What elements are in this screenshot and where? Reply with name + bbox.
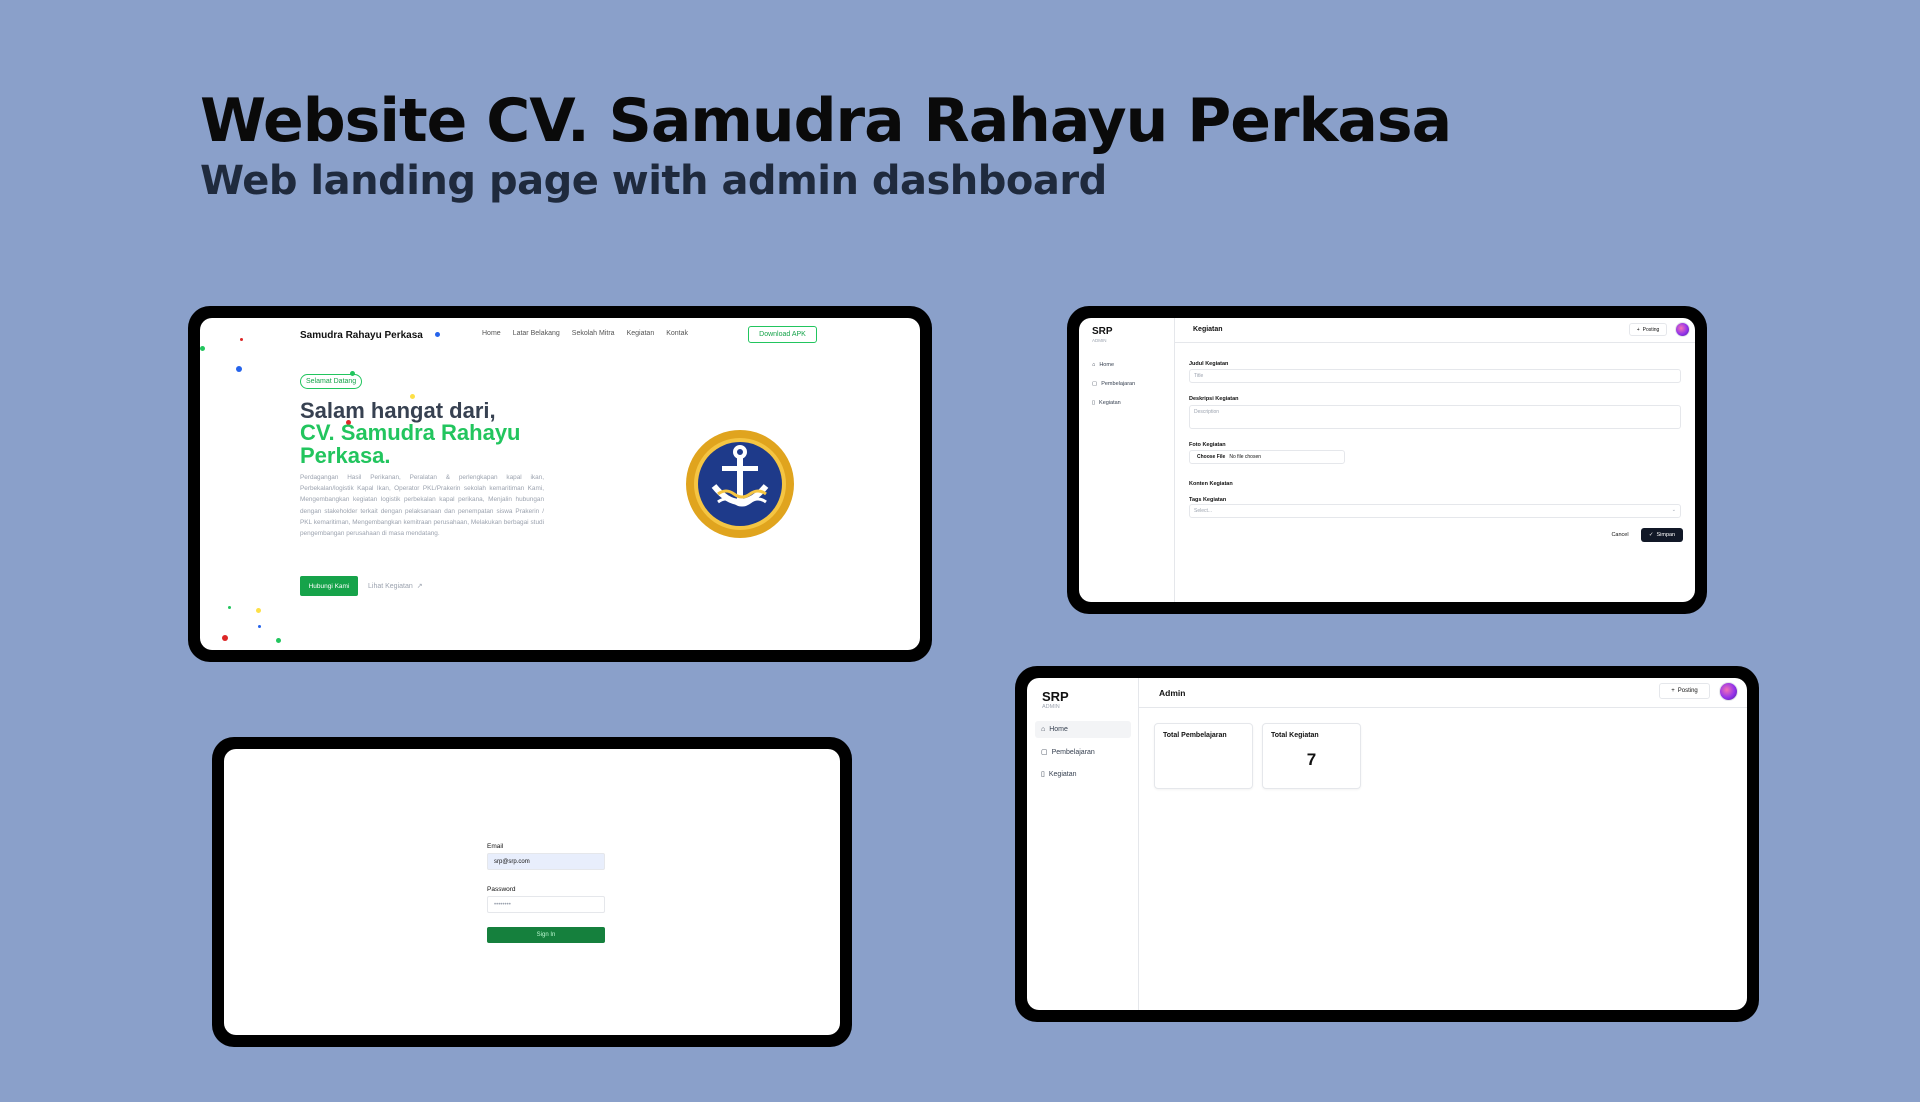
admin-topbar: Admin + Posting: [1139, 678, 1747, 708]
sidebar-item-label: Pembelajaran: [1101, 381, 1136, 387]
sidebar-item-pembelajaran[interactable]: ▢ Pembelajaran: [1041, 748, 1095, 757]
photo-label: Foto Kegiatan: [1189, 442, 1226, 448]
hero-title: Website CV. Samudra Rahayu Perkasa: [200, 86, 1452, 156]
background: Website CV. Samudra Rahayu Perkasa Web l…: [0, 0, 1920, 1102]
sidebar-brand: SRP: [1092, 326, 1113, 337]
page-title: Admin: [1159, 688, 1186, 698]
sidebar-item-home[interactable]: ⌂ Home: [1035, 721, 1131, 738]
sidebar-item-label: Kegiatan: [1099, 400, 1121, 406]
stat-card-value: 7: [1306, 750, 1317, 769]
plus-icon: +: [1671, 688, 1675, 694]
confetti-dot: [236, 366, 242, 372]
confetti-dot: [200, 346, 205, 351]
sidebar-brand-sub: ADMIN: [1092, 338, 1107, 343]
posting-button[interactable]: + Posting: [1659, 683, 1710, 699]
confetti-dot: [240, 338, 243, 341]
tags-select[interactable]: Select... ⌄: [1189, 504, 1681, 518]
nav-sekolah-mitra[interactable]: Sekolah Mitra: [572, 330, 615, 337]
view-activities-link[interactable]: Lihat Kegiatan ↗: [368, 576, 423, 596]
sign-in-button[interactable]: Sign In: [487, 927, 605, 943]
admin-sidebar: SRP ADMIN ⌂ Home ▢ Pembelajaran ▯ Kegiat…: [1027, 678, 1139, 1010]
stat-card-title: Total Kegiatan: [1271, 732, 1319, 739]
form-device-frame: SRP ADMIN ⌂ Home ▢ Pembelajaran ▯ Kegiat…: [1067, 306, 1707, 614]
file-icon: ▯: [1041, 771, 1045, 778]
home-icon: ⌂: [1092, 362, 1096, 368]
sidebar-item-label: Pembelajaran: [1051, 748, 1095, 756]
password-label: Password: [487, 886, 516, 893]
file-status: No file chosen: [1229, 454, 1262, 460]
stat-card-pembelajaran: Total Pembelajaran: [1154, 723, 1253, 789]
login-screen: Email srp@srp.com Password •••••••• Sign…: [224, 749, 840, 1035]
anchor-logo-icon: [684, 428, 796, 540]
cancel-button[interactable]: Cancel: [1605, 528, 1635, 542]
photo-file-input[interactable]: Choose File No file chosen: [1189, 450, 1345, 464]
form-screen: SRP ADMIN ⌂ Home ▢ Pembelajaran ▯ Kegiat…: [1079, 318, 1695, 602]
sidebar-brand: SRP: [1042, 689, 1069, 704]
admin-screen: SRP ADMIN ⌂ Home ▢ Pembelajaran ▯ Kegiat…: [1027, 678, 1747, 1010]
sidebar-item-home[interactable]: ⌂ Home: [1092, 362, 1114, 368]
title-input[interactable]: Title: [1189, 369, 1681, 383]
stat-card-kegiatan: Total Kegiatan 7: [1262, 723, 1361, 789]
confetti-dot: [435, 332, 440, 337]
file-icon: ▯: [1092, 400, 1096, 406]
nav-home[interactable]: Home: [482, 330, 501, 337]
posting-button[interactable]: + Posting: [1629, 323, 1667, 336]
landing-screen: Samudra Rahayu Perkasa Home Latar Belaka…: [200, 318, 920, 650]
check-icon: ✓: [1648, 532, 1654, 538]
title-label: Judul Kegiatan: [1189, 361, 1229, 367]
confetti-dot: [258, 625, 261, 628]
chevron-down-icon: ⌄: [1671, 507, 1676, 513]
welcome-badge: Selamat Datang: [300, 374, 363, 389]
confetti-dot: [222, 635, 228, 641]
sidebar-item-pembelajaran[interactable]: ▢ Pembelajaran: [1092, 381, 1135, 387]
email-label: Email: [487, 843, 504, 850]
sidebar-item-kegiatan[interactable]: ▯ Kegiatan: [1092, 400, 1121, 406]
form-sidebar: SRP ADMIN ⌂ Home ▢ Pembelajaran ▯ Kegiat…: [1079, 318, 1175, 602]
choose-file-button[interactable]: Choose File: [1197, 454, 1225, 460]
sidebar-item-label: Home: [1099, 362, 1114, 368]
download-apk-button[interactable]: Download APK: [748, 326, 817, 343]
hero-subtitle: Web landing page with admin dashboard: [200, 158, 1107, 204]
posting-label: Posting: [1642, 326, 1660, 333]
avatar[interactable]: [1675, 322, 1690, 337]
save-label: Simpan: [1656, 532, 1676, 538]
confetti-dot: [276, 638, 281, 643]
form-topbar: Kegiatan + Posting: [1175, 318, 1695, 343]
nav-latar-belakang[interactable]: Latar Belakang: [513, 330, 560, 337]
sidebar-item-label: Home: [1049, 726, 1068, 733]
view-activities-label: Lihat Kegiatan: [368, 582, 413, 590]
description-label: Deskripsi Kegiatan: [1189, 396, 1239, 402]
landing-description: Perdagangan Hasil Perikanan, Peralatan &…: [300, 474, 544, 538]
landing-nav: Home Latar Belakang Sekolah Mitra Kegiat…: [482, 330, 688, 337]
landing-heading-accent: CV. Samudra Rahayu Perkasa.: [300, 420, 521, 468]
posting-label: Posting: [1677, 688, 1698, 694]
sidebar-item-label: Kegiatan: [1048, 770, 1077, 778]
confetti-dot: [228, 606, 231, 609]
tags-select-placeholder: Select...: [1194, 508, 1213, 514]
login-device-frame: Email srp@srp.com Password •••••••• Sign…: [212, 737, 852, 1047]
avatar[interactable]: [1719, 682, 1738, 701]
landing-brand[interactable]: Samudra Rahayu Perkasa: [300, 330, 423, 341]
landing-device-frame: Samudra Rahayu Perkasa Home Latar Belaka…: [188, 306, 932, 662]
arrow-up-right-icon: ↗: [416, 583, 423, 590]
sidebar-item-kegiatan[interactable]: ▯ Kegiatan: [1041, 770, 1077, 779]
sidebar-brand-sub: ADMIN: [1042, 704, 1060, 710]
email-field[interactable]: srp@srp.com: [487, 853, 605, 870]
content-label: Konten Kegiatan: [1189, 481, 1233, 487]
admin-device-frame: SRP ADMIN ⌂ Home ▢ Pembelajaran ▯ Kegiat…: [1015, 666, 1759, 1022]
nav-kegiatan[interactable]: Kegiatan: [627, 330, 655, 337]
nav-kontak[interactable]: Kontak: [666, 330, 688, 337]
page-title: Kegiatan: [1193, 326, 1223, 333]
stat-card-title: Total Pembelajaran: [1163, 732, 1227, 739]
description-textarea[interactable]: Description: [1189, 405, 1681, 429]
book-icon: ▢: [1092, 381, 1098, 387]
password-field[interactable]: ••••••••: [487, 896, 605, 913]
save-button[interactable]: ✓ Simpan: [1641, 528, 1683, 542]
plus-icon: +: [1636, 326, 1640, 333]
book-icon: ▢: [1041, 749, 1048, 756]
confetti-dot: [256, 608, 261, 613]
contact-button[interactable]: Hubungi Kami: [300, 576, 358, 596]
home-icon: ⌂: [1041, 726, 1046, 733]
tags-label: Tags Kegiatan: [1189, 497, 1227, 503]
